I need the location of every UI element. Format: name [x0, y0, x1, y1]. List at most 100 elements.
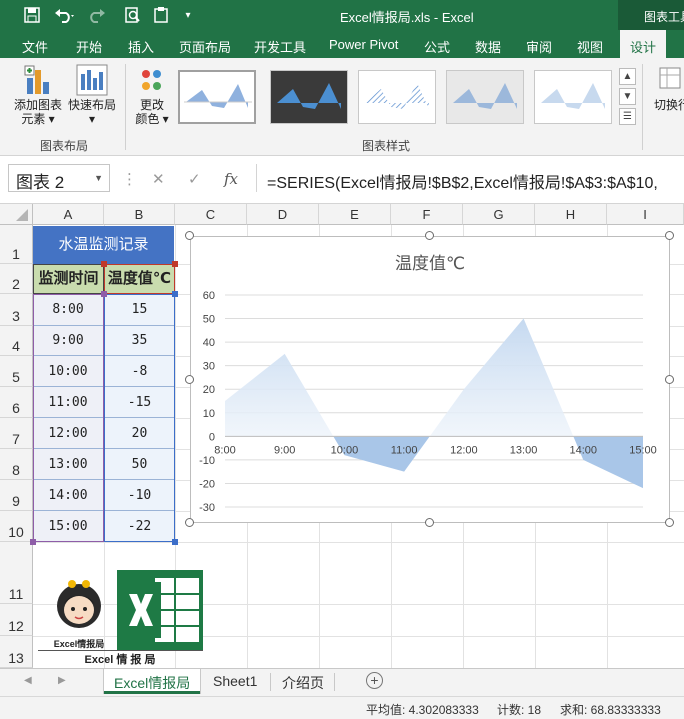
row-header[interactable]: 6 [0, 387, 33, 418]
header-time-cell[interactable]: 监测时间 [33, 264, 104, 294]
insert-function-icon[interactable]: fx [224, 170, 238, 188]
tab-review[interactable]: 审阅 [526, 37, 552, 56]
tab-home[interactable]: 开始 [76, 37, 102, 56]
save-icon[interactable] [22, 5, 42, 25]
name-box[interactable]: 图表 2 ▼ [8, 164, 110, 192]
value-cell[interactable]: 20 [104, 418, 175, 449]
print-preview-icon[interactable] [122, 5, 144, 25]
tab-power-pivot[interactable]: Power Pivot [329, 37, 398, 52]
resize-handle[interactable] [185, 374, 194, 384]
styles-more[interactable]: ☰ [619, 108, 636, 125]
formula-input[interactable]: =SERIES(Excel情报局!$B$2,Excel情报局!$A$3:$A$1… [256, 164, 684, 192]
tab-data[interactable]: 数据 [475, 37, 501, 56]
cancel-icon[interactable]: ✕ [152, 170, 165, 188]
resize-handle[interactable] [665, 518, 674, 527]
tab-view[interactable]: 视图 [577, 37, 603, 56]
enter-icon[interactable]: ✓ [188, 170, 201, 188]
tab-developer[interactable]: 开发工具 [254, 37, 306, 56]
row-header[interactable]: 1 [0, 225, 33, 264]
value-cell[interactable]: 35 [104, 326, 175, 356]
add-sheet-button[interactable]: + [366, 672, 383, 689]
chart-style-1[interactable] [178, 70, 256, 124]
header-value-cell[interactable]: 温度值℃ [104, 264, 175, 294]
range-handle[interactable] [172, 539, 178, 545]
time-cell[interactable]: 11:00 [33, 387, 104, 418]
chart-style-4[interactable] [446, 70, 524, 124]
column-header[interactable]: G [463, 204, 535, 225]
change-colors-button[interactable]: 更改 颜色 ▾ [130, 66, 174, 126]
range-handle[interactable] [101, 291, 107, 297]
value-cell[interactable]: 15 [104, 294, 175, 326]
customize-quick-access-icon[interactable]: ▾ [180, 5, 196, 25]
tab-formulas[interactable]: 公式 [424, 37, 450, 56]
select-all-corner[interactable] [0, 204, 33, 225]
resize-handle[interactable] [185, 231, 194, 240]
series-area[interactable] [225, 318, 643, 489]
time-cell[interactable]: 8:00 [33, 294, 104, 326]
row-header[interactable]: 11 [0, 542, 33, 604]
chart-style-3[interactable] [358, 70, 436, 124]
row-header[interactable]: 10 [0, 511, 33, 542]
table-title-cell[interactable]: 水温监测记录 [33, 226, 174, 264]
row-header[interactable]: 5 [0, 356, 33, 387]
value-cell[interactable]: -8 [104, 356, 175, 387]
range-handle[interactable] [172, 291, 178, 297]
value-cell[interactable]: -10 [104, 480, 175, 511]
value-cell[interactable]: -22 [104, 511, 175, 542]
column-header[interactable]: C [175, 204, 247, 225]
resize-handle[interactable] [185, 518, 194, 527]
range-handle[interactable] [101, 261, 107, 267]
paste-icon[interactable] [152, 5, 170, 25]
chevron-down-icon[interactable]: ▼ [94, 173, 103, 183]
row-header[interactable]: 3 [0, 294, 33, 326]
scroll-right-icon[interactable]: ▶ [58, 675, 66, 686]
column-header[interactable]: D [247, 204, 319, 225]
chart-style-2[interactable] [270, 70, 348, 124]
resize-handle[interactable] [425, 231, 434, 240]
time-cell[interactable]: 14:00 [33, 480, 104, 511]
time-cell[interactable]: 12:00 [33, 418, 104, 449]
switch-row-column-button[interactable]: 切换行 [652, 66, 684, 112]
column-header[interactable]: E [319, 204, 391, 225]
styles-scroll-down[interactable]: ▼ [619, 88, 636, 105]
styles-scroll-up[interactable]: ▲ [619, 68, 636, 85]
sheet-tab-sheet1[interactable]: Sheet1 [203, 669, 267, 694]
time-cell[interactable]: 9:00 [33, 326, 104, 356]
tab-design[interactable]: 设计 [620, 30, 667, 58]
chart-style-5[interactable] [534, 70, 612, 124]
row-header[interactable]: 12 [0, 604, 33, 636]
row-header[interactable]: 8 [0, 449, 33, 480]
add-chart-element-button[interactable]: 添加图表 元素 ▾ [10, 64, 66, 126]
tab-page-layout[interactable]: 页面布局 [179, 37, 231, 56]
time-cell[interactable]: 15:00 [33, 511, 104, 542]
sheet-tab-excel[interactable]: Excel情报局 [104, 669, 201, 694]
scroll-left-icon[interactable]: ◀ [24, 675, 32, 686]
tab-file[interactable]: 文件 [22, 37, 48, 56]
range-handle[interactable] [172, 261, 178, 267]
column-header[interactable]: F [391, 204, 463, 225]
undo-icon[interactable] [52, 5, 78, 25]
row-header[interactable]: 13 [0, 636, 33, 668]
column-header[interactable]: I [607, 204, 684, 225]
resize-handle[interactable] [665, 231, 674, 240]
resize-handle[interactable] [665, 374, 674, 384]
row-header[interactable]: 4 [0, 326, 33, 356]
value-cell[interactable]: 50 [104, 449, 175, 480]
column-header[interactable]: A [33, 204, 104, 225]
chart-plot-area[interactable]: 60 50 40 30 20 10 0 -10 -20 -30 8:00 9:00 10:00 11:00… [191, 237, 669, 522]
column-header[interactable]: B [104, 204, 175, 225]
value-cell[interactable]: -15 [104, 387, 175, 418]
row-header[interactable]: 9 [0, 480, 33, 511]
sheet-tab-intro[interactable]: 介绍页 [272, 669, 334, 694]
resize-handle[interactable] [425, 518, 434, 527]
time-cell[interactable]: 13:00 [33, 449, 104, 480]
redo-icon[interactable] [86, 5, 112, 25]
range-handle[interactable] [30, 539, 36, 545]
row-header[interactable]: 7 [0, 418, 33, 449]
tab-insert[interactable]: 插入 [128, 37, 154, 56]
quick-layout-button[interactable]: 快速布局 ▾ [66, 64, 118, 126]
chart-object[interactable]: 温度值℃ 60 50 40 30 20 10 0 -10 -20 -30 8:00 9:00 10:00… [190, 236, 670, 523]
time-cell[interactable]: 10:00 [33, 356, 104, 387]
column-header[interactable]: H [535, 204, 607, 225]
row-header[interactable]: 2 [0, 264, 33, 294]
